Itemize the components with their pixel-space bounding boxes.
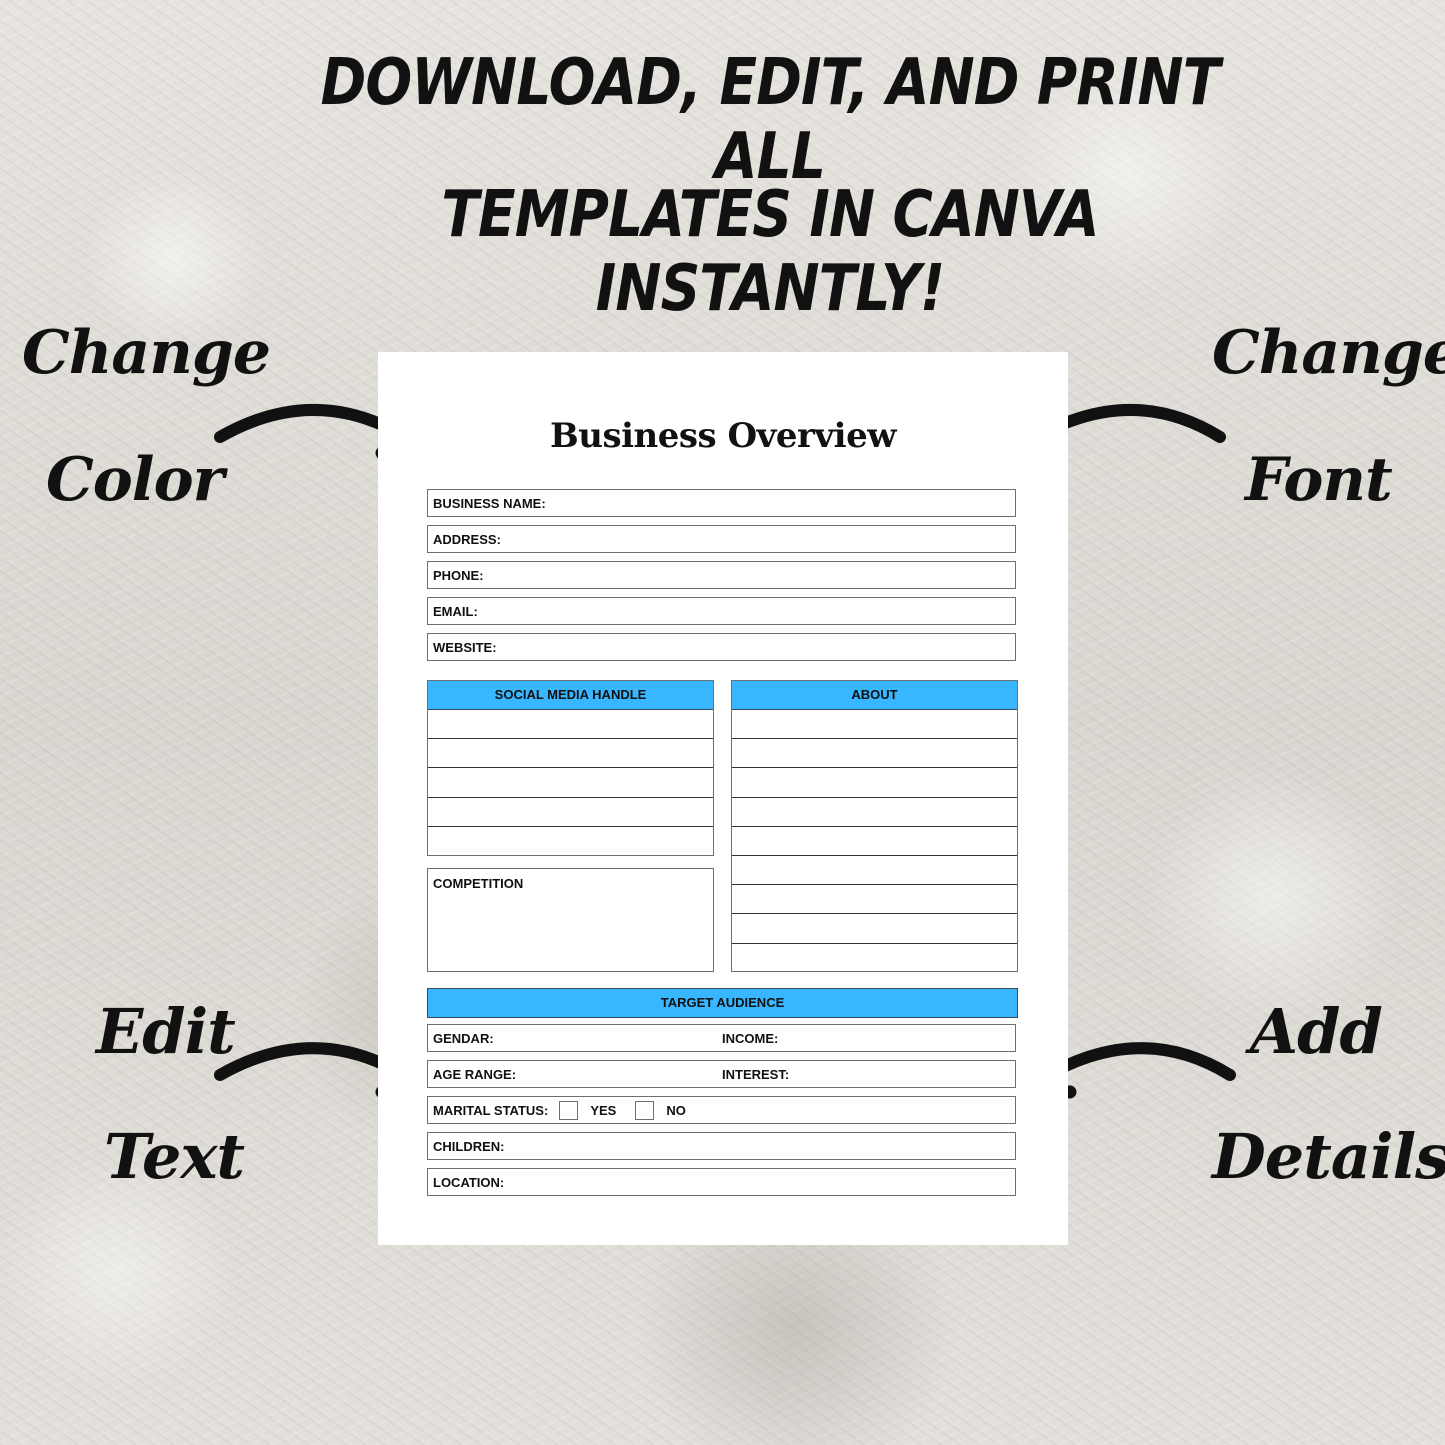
about-heading: ABOUT — [732, 681, 1017, 710]
children-label: CHILDREN: — [433, 1138, 505, 1154]
callout-change-color-word-2: Color — [46, 445, 224, 515]
field-label: WEBSITE: — [433, 639, 497, 655]
location-label: LOCATION: — [433, 1174, 505, 1190]
no-label: NO — [666, 1102, 686, 1118]
social-media-row[interactable] — [428, 798, 713, 827]
field-children[interactable]: CHILDREN: — [427, 1132, 1016, 1160]
field-email[interactable]: EMAIL: — [427, 597, 1016, 625]
about-table: ABOUT — [731, 680, 1018, 972]
about-row[interactable] — [732, 944, 1017, 973]
field-label: PHONE: — [433, 567, 484, 583]
about-row[interactable] — [732, 827, 1017, 856]
marital-status-label: MARITAL STATUS: — [433, 1102, 549, 1118]
competition-box[interactable]: COMPETITION — [427, 868, 714, 972]
social-media-row[interactable] — [428, 739, 713, 769]
headline-line-1: DOWNLOAD, EDIT, AND PRINT ALL — [320, 46, 1221, 194]
field-label: EMAIL: — [433, 603, 478, 619]
callout-change-font-word-1: Change — [1212, 318, 1445, 388]
field-phone[interactable]: PHONE: — [427, 561, 1016, 589]
social-media-row[interactable] — [428, 827, 713, 856]
social-media-row[interactable] — [428, 768, 713, 798]
field-business-name[interactable]: BUSINESS NAME: — [427, 489, 1016, 517]
interest-label: INTEREST: — [722, 1066, 790, 1082]
field-gender-income[interactable]: GENDAR: INCOME: — [427, 1024, 1016, 1052]
field-address[interactable]: ADDRESS: — [427, 525, 1016, 553]
target-audience-heading: TARGET AUDIENCE — [427, 988, 1018, 1018]
field-label: ADDRESS: — [433, 531, 501, 547]
social-media-heading: SOCIAL MEDIA HANDLE — [428, 681, 713, 710]
gender-label: GENDAR: — [433, 1030, 494, 1046]
about-row[interactable] — [732, 710, 1017, 740]
about-row[interactable] — [732, 914, 1017, 944]
template-sheet: Business Overview BUSINESS NAME: ADDRESS… — [378, 352, 1068, 1245]
template-title: Business Overview — [550, 416, 896, 456]
field-label: BUSINESS NAME: — [433, 495, 546, 511]
about-row[interactable] — [732, 768, 1017, 798]
about-row[interactable] — [732, 885, 1017, 915]
about-row[interactable] — [732, 739, 1017, 769]
social-media-row[interactable] — [428, 710, 713, 740]
yes-label: YES — [590, 1102, 617, 1118]
competition-label: COMPETITION — [433, 876, 524, 891]
income-label: INCOME: — [722, 1030, 779, 1046]
headline-line-2: TEMPLATES IN CANVA INSTANTLY! — [441, 178, 1099, 326]
callout-change-color-word-1: Change — [22, 318, 271, 388]
about-row[interactable] — [732, 856, 1017, 886]
checkbox-yes[interactable] — [559, 1100, 579, 1120]
age-range-label: AGE RANGE: — [433, 1066, 517, 1082]
field-website[interactable]: WEBSITE: — [427, 633, 1016, 661]
field-location[interactable]: LOCATION: — [427, 1168, 1016, 1196]
about-row[interactable] — [732, 798, 1017, 827]
callout-change-font-word-2: Font — [1245, 445, 1393, 515]
callout-edit-text-word-2: Text — [104, 1120, 245, 1193]
callout-add-details-word-1: Add — [1250, 995, 1383, 1068]
checkbox-no[interactable] — [635, 1100, 655, 1120]
field-marital-status: MARITAL STATUS: YES NO — [427, 1096, 1016, 1124]
social-media-table: SOCIAL MEDIA HANDLE — [427, 680, 714, 856]
field-age-interest[interactable]: AGE RANGE: INTEREST: — [427, 1060, 1016, 1088]
callout-add-details-word-2: Details — [1212, 1120, 1445, 1193]
